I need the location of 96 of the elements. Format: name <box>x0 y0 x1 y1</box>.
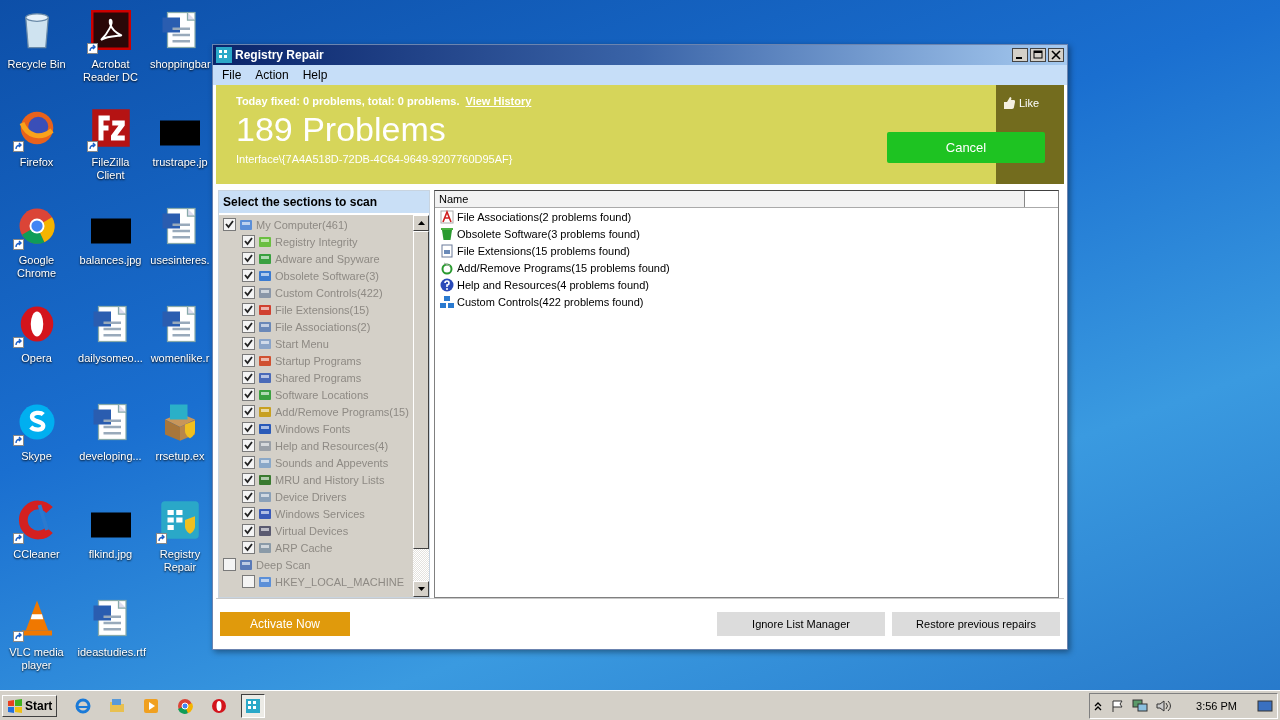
section-icon <box>258 370 272 385</box>
result-icon <box>440 243 454 258</box>
section-icon <box>258 336 272 351</box>
section-icon <box>258 472 272 487</box>
thumbs-up-icon <box>1003 97 1015 109</box>
icon-label[interactable]: usesinteres. <box>150 254 210 267</box>
result-icon <box>440 209 454 224</box>
section-icon <box>258 353 272 368</box>
icon-label[interactable]: Firefox <box>3 156 70 169</box>
section-icon <box>258 523 272 538</box>
section-icon <box>258 455 272 470</box>
app-icon <box>216 47 232 63</box>
icon-label[interactable]: ideastudies.rtf <box>77 646 144 659</box>
column-header[interactable]: Name <box>435 191 1025 207</box>
section-icon <box>239 557 253 572</box>
scan-summary: Today fixed: 0 problems, total: 0 problems. <box>236 95 460 107</box>
shortcut-arrow-icon <box>12 631 24 642</box>
icon-label[interactable]: developing... <box>77 450 144 463</box>
icon-label[interactable]: VLC media player <box>3 646 70 672</box>
result-item[interactable]: File Associations(2 problems found) <box>457 210 632 223</box>
section-icon <box>258 387 272 402</box>
panel-header: Select the sections to scan <box>219 191 429 215</box>
icon-label[interactable]: Recycle Bin <box>3 58 70 71</box>
icon-label[interactable]: rrsetup.ex <box>150 450 210 463</box>
ftp-client-icon[interactable] <box>90 108 131 148</box>
section-icon <box>258 404 272 419</box>
like-button[interactable]: Like <box>1003 95 1064 111</box>
result-icon <box>440 260 454 275</box>
icon-label[interactable]: dailysomeo... <box>77 352 144 365</box>
app-tile-icon[interactable] <box>241 693 266 718</box>
section-icon <box>258 421 272 436</box>
icon-label[interactable]: Registry Repair <box>150 548 210 574</box>
icon-label[interactable]: Skype <box>3 450 70 463</box>
shortcut-arrow-icon <box>156 533 167 544</box>
icon-label[interactable]: FileZilla Client <box>77 156 144 182</box>
section-icon <box>258 268 272 283</box>
window-title: Registry Repair <box>235 48 325 62</box>
shortcut-arrow-icon <box>86 141 98 152</box>
shortcut-arrow-icon <box>12 337 24 348</box>
clock[interactable]: 3:56 PM <box>1196 699 1237 712</box>
shortcut-arrow-icon <box>12 141 24 152</box>
section-icon <box>258 489 272 504</box>
minimize-icon[interactable] <box>1012 48 1028 62</box>
section-icon <box>258 251 272 266</box>
section-icon <box>258 506 272 521</box>
pdf-icon[interactable] <box>90 10 131 50</box>
footer-button[interactable]: Restore previous repairs <box>892 612 1060 636</box>
section-icon <box>258 438 272 453</box>
icon-label[interactable]: Acrobat Reader DC <box>77 58 144 84</box>
section-icon <box>239 217 253 232</box>
chevron-up-icon[interactable] <box>1094 700 1103 711</box>
icon-label[interactable]: womenlike.r <box>150 352 210 365</box>
start-button[interactable]: Start <box>2 694 58 717</box>
result-item[interactable]: Help and Resources(4 problems found) <box>457 278 649 291</box>
activate-button[interactable]: Activate Now <box>220 612 350 636</box>
scroll-up-icon[interactable] <box>417 221 425 225</box>
result-item[interactable]: File Extensions(15 problems found) <box>457 244 631 257</box>
app-tile-icon[interactable] <box>160 500 200 540</box>
section-icon <box>258 285 272 300</box>
scroll-down-icon[interactable] <box>417 587 425 591</box>
menu-item[interactable]: Action <box>250 68 294 82</box>
icon-label[interactable]: Opera <box>3 352 70 365</box>
result-item[interactable]: Add/Remove Programs(15 problems found) <box>457 261 670 274</box>
flag-icon[interactable] <box>1110 698 1125 713</box>
result-item[interactable]: Obsolete Software(3 problems found) <box>457 227 640 240</box>
icon-label[interactable]: shoppingbar <box>150 58 210 71</box>
cancel-button[interactable]: Cancel <box>887 132 1045 163</box>
result-icon <box>440 277 454 292</box>
footer-button[interactable]: Ignore List Manager <box>717 612 885 636</box>
scrollbar[interactable] <box>413 215 429 597</box>
icon-label[interactable]: balances.jpg <box>77 254 144 267</box>
icon-label[interactable]: trustrape.jp <box>150 156 210 169</box>
show-desktop-icon[interactable] <box>1257 698 1273 713</box>
section-icon <box>258 319 272 334</box>
network-icon[interactable] <box>1132 698 1149 713</box>
section-icon <box>258 540 272 555</box>
section-icon <box>258 574 272 589</box>
icon-label[interactable]: Google Chrome <box>3 254 70 280</box>
result-item[interactable]: Custom Controls(422 problems found) <box>457 295 644 308</box>
close-icon[interactable] <box>1048 48 1064 62</box>
section-icon <box>258 234 272 249</box>
result-icon <box>440 226 454 241</box>
shortcut-arrow-icon <box>86 43 98 54</box>
shortcut-arrow-icon <box>12 533 24 544</box>
menu-item[interactable]: File <box>217 68 247 82</box>
section-icon <box>258 302 272 317</box>
result-icon <box>440 294 454 309</box>
speaker-icon[interactable] <box>1156 698 1173 713</box>
shortcut-arrow-icon <box>12 239 24 250</box>
problem-count: 189 Problems <box>236 109 446 149</box>
icon-label[interactable]: CCleaner <box>3 548 70 561</box>
icon-label[interactable]: flkind.jpg <box>77 548 144 561</box>
maximize-icon[interactable] <box>1030 48 1046 62</box>
menu-item[interactable]: Help <box>297 68 333 82</box>
windows-logo-icon <box>7 698 23 713</box>
shortcut-arrow-icon <box>12 435 24 446</box>
